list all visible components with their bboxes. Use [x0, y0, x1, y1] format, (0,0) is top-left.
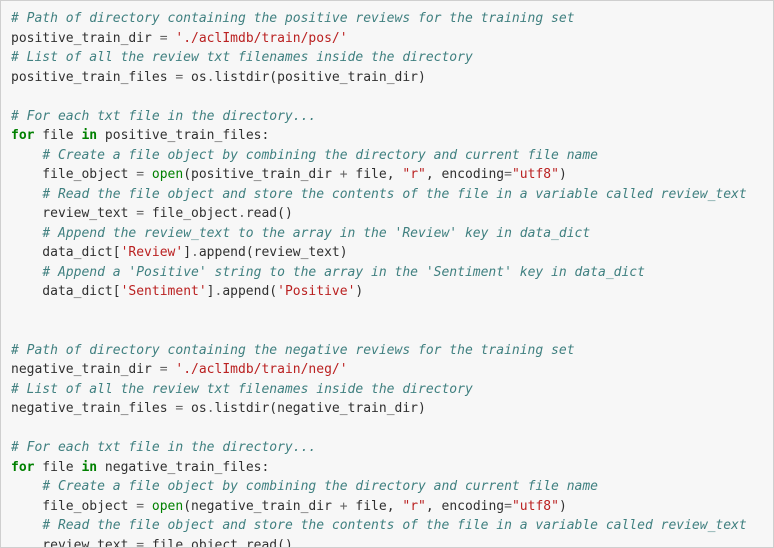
code-text: file, [348, 499, 403, 514]
builtin-open: open [152, 167, 183, 182]
code-text [144, 167, 152, 182]
comment: # Read the file object and store the con… [42, 518, 746, 533]
string-literal: 'Sentiment' [121, 284, 207, 299]
code-text: ] [207, 284, 215, 299]
code-text: , encoding [426, 499, 504, 514]
code-text: negative_train_dir [11, 362, 160, 377]
comment: # Read the file object and store the con… [42, 187, 746, 202]
comment: # Append a 'Positive' string to the arra… [42, 265, 645, 280]
operator: . [191, 245, 199, 260]
string-literal: "utf8" [512, 167, 559, 182]
code-text: append(review_text) [199, 245, 348, 260]
keyword-for: for [11, 128, 34, 143]
comment: # Create a file object by combining the … [42, 148, 598, 163]
comment: # List of all the review txt filenames i… [11, 50, 473, 65]
code-text: append( [222, 284, 277, 299]
string-literal: './aclImdb/train/pos/' [175, 31, 347, 46]
indent [11, 148, 42, 163]
indent [11, 226, 42, 241]
code-text: ) [559, 167, 567, 182]
code-text: os [183, 70, 206, 85]
code-text: positive_train_dir [11, 31, 160, 46]
code-text: file_object [144, 538, 238, 548]
operator: = [136, 167, 144, 182]
code-text: ) [559, 499, 567, 514]
comment: # For each txt file in the directory... [11, 109, 316, 124]
operator: + [340, 499, 348, 514]
code-text: file_object [11, 499, 136, 514]
code-text: review_text [11, 206, 136, 221]
string-literal: './aclImdb/train/neg/' [175, 362, 347, 377]
code-text: (negative_train_dir [183, 499, 340, 514]
operator: = [504, 167, 512, 182]
operator: . [238, 538, 246, 548]
code-text: read() [246, 538, 293, 548]
code-text: data_dict[ [11, 284, 121, 299]
indent [11, 187, 42, 202]
comment: # For each txt file in the directory... [11, 440, 316, 455]
indent [11, 479, 42, 494]
operator: . [207, 70, 215, 85]
code-text: data_dict[ [11, 245, 121, 260]
code-text: ) [355, 284, 363, 299]
operator: . [207, 401, 215, 416]
code-text: file [34, 128, 81, 143]
code-text: os [183, 401, 206, 416]
operator: . [238, 206, 246, 221]
code-text [144, 499, 152, 514]
keyword-in: in [81, 128, 97, 143]
code-text: file_object [144, 206, 238, 221]
code-text: read() [246, 206, 293, 221]
code-text: file, [348, 167, 403, 182]
code-text: ] [183, 245, 191, 260]
code-text: positive_train_files [11, 70, 175, 85]
keyword-for: for [11, 460, 34, 475]
string-literal: 'Review' [121, 245, 184, 260]
comment: # Path of directory containing the negat… [11, 343, 575, 358]
comment: # Create a file object by combining the … [42, 479, 598, 494]
comment: # List of all the review txt filenames i… [11, 382, 473, 397]
indent [11, 265, 42, 280]
string-literal: "r" [402, 167, 425, 182]
code-text: review_text [11, 538, 136, 548]
builtin-open: open [152, 499, 183, 514]
operator: = [136, 499, 144, 514]
operator: = [504, 499, 512, 514]
code-text: positive_train_files: [97, 128, 269, 143]
code-text: negative_train_files: [97, 460, 269, 475]
indent [11, 518, 42, 533]
keyword-in: in [81, 460, 97, 475]
string-literal: "utf8" [512, 499, 559, 514]
operator: + [340, 167, 348, 182]
code-text: negative_train_files [11, 401, 175, 416]
comment: # Append the review_text to the array in… [42, 226, 590, 241]
python-code-cell: # Path of directory containing the posit… [0, 0, 774, 548]
code-text: , encoding [426, 167, 504, 182]
operator: = [136, 538, 144, 548]
code-text: (positive_train_dir [183, 167, 340, 182]
operator: = [160, 362, 168, 377]
operator: = [136, 206, 144, 221]
code-text: listdir(negative_train_dir) [215, 401, 426, 416]
string-literal: 'Positive' [277, 284, 355, 299]
operator: = [160, 31, 168, 46]
comment: # Path of directory containing the posit… [11, 11, 575, 26]
code-text: file_object [11, 167, 136, 182]
string-literal: "r" [402, 499, 425, 514]
code-text: file [34, 460, 81, 475]
code-text: listdir(positive_train_dir) [215, 70, 426, 85]
